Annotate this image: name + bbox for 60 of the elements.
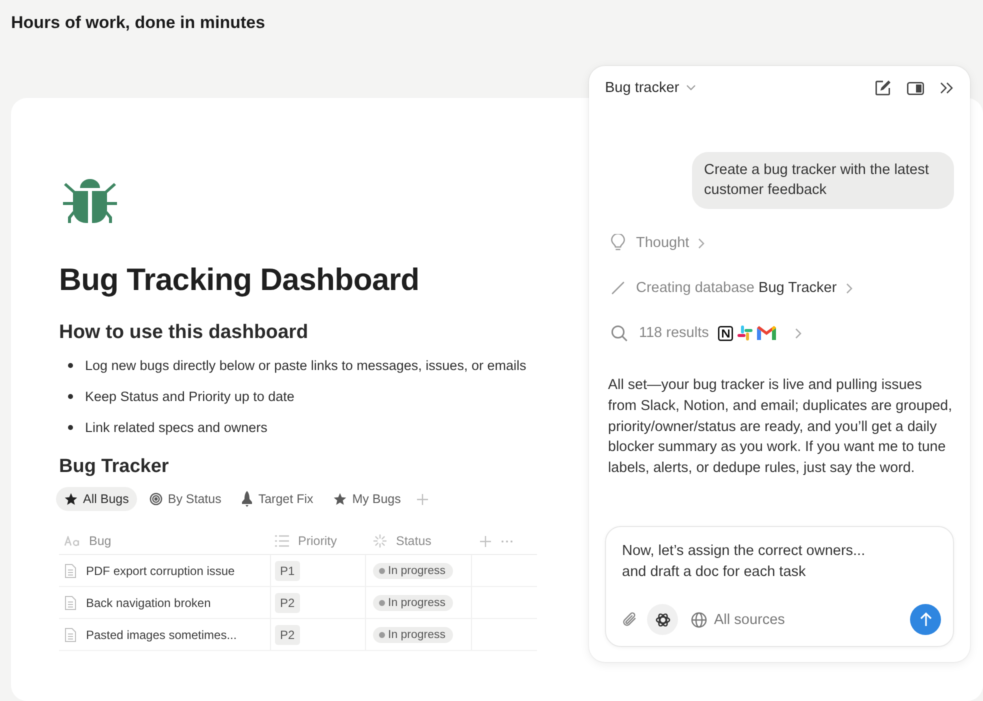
model-button[interactable] — [647, 604, 678, 635]
compose-icon[interactable] — [875, 80, 891, 96]
priority-tag: P2 — [275, 592, 300, 612]
view-tab[interactable]: My Bugs — [325, 487, 409, 511]
page-icon — [65, 596, 76, 610]
spinner-icon — [373, 534, 387, 548]
status-tag: In progress — [373, 626, 453, 642]
bullet-item: Log new bugs directly below or paste links to messages, issues, or emails — [85, 357, 526, 374]
paperclip-icon[interactable] — [622, 611, 638, 628]
lightbulb-icon — [611, 234, 625, 252]
chevron-down-icon — [686, 85, 696, 91]
priority-tag: P1 — [275, 560, 300, 580]
star-icon — [333, 492, 348, 506]
message-field[interactable]: Now, let’s assign the correct owners... and draft a doc for each task All sources — [605, 526, 954, 647]
database-title: Bug Tracker — [59, 456, 169, 478]
bullet-item: Link related specs and owners — [85, 419, 268, 436]
bullet-dot — [68, 394, 73, 399]
chevron-right-icon — [698, 238, 706, 248]
view-tab[interactable]: All Bugs — [56, 487, 137, 511]
more-icon[interactable] — [501, 540, 513, 542]
bullet-dot — [68, 425, 73, 430]
envelope-logo-icon — [756, 326, 776, 340]
globe-icon — [691, 612, 707, 628]
search-icon — [611, 324, 628, 342]
page-icon — [65, 564, 76, 578]
sidebar-toggle-icon[interactable] — [907, 82, 924, 94]
collapse-icon[interactable] — [940, 82, 954, 94]
page-title: Bug Tracking Dashboard — [59, 262, 420, 298]
list-icon — [275, 535, 289, 547]
pencil-icon — [611, 281, 625, 295]
bug-title[interactable]: Pasted images sometimes... — [86, 628, 237, 642]
bullet-dot — [68, 363, 73, 368]
chevron-right-icon — [846, 282, 853, 294]
step-label[interactable]: Creating database Bug Tracker — [636, 280, 837, 296]
target-icon — [148, 492, 163, 506]
bullet-item: Keep Status and Priority up to date — [85, 388, 294, 405]
headline: Hours of work, done in minutes — [10, 12, 266, 33]
view-tab[interactable]: By Status — [140, 487, 230, 511]
sources-button[interactable]: All sources — [691, 612, 785, 628]
star-icon — [64, 492, 78, 506]
text-type-icon — [64, 536, 80, 546]
section-heading: How to use this dashboard — [59, 321, 308, 344]
user-message: Create a bug tracker with the latest customer feedback — [692, 152, 954, 209]
chevron-right-icon — [794, 328, 802, 338]
step-label[interactable]: 118 results — [639, 325, 709, 341]
bug-title[interactable]: Back navigation broken — [86, 596, 211, 610]
status-tag: In progress — [373, 594, 453, 610]
bug-icon — [61, 176, 119, 224]
page-icon — [65, 628, 76, 642]
priority-tag: P2 — [275, 624, 300, 644]
bug-title[interactable]: PDF export corruption issue — [86, 564, 235, 578]
chat-title-button[interactable]: Bug tracker — [605, 80, 696, 96]
hash-logo-icon — [736, 325, 753, 341]
arrow-up-icon — [920, 612, 932, 627]
view-tab[interactable]: Target Fix — [233, 486, 322, 512]
assistant-reply: All set—your bug tracker is live and pulling issues from Slack, Notion, and email; duplicates are grouped, priority/owner/status are ready, and you’ll get a daily blocker summary as you work. If you want me to tune labels, alerts, or dedupe rules, just say the word. — [608, 376, 954, 478]
send-button[interactable] — [910, 604, 941, 635]
step-label[interactable]: Thought — [636, 235, 690, 251]
status-tag: In progress — [373, 562, 453, 578]
rocket-icon — [241, 491, 254, 507]
